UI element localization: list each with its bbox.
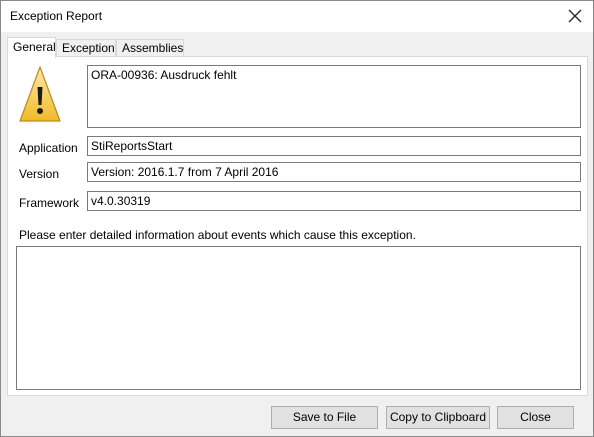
- copy-to-clipboard-button[interactable]: Copy to Clipboard: [386, 406, 490, 429]
- title-bar: Exception Report: [1, 1, 593, 32]
- close-icon[interactable]: [563, 5, 587, 27]
- window-title: Exception Report: [10, 9, 103, 23]
- close-button[interactable]: Close: [497, 406, 574, 429]
- exception-report-dialog: Exception Report General Exception Assem…: [0, 0, 594, 437]
- framework-field[interactable]: v4.0.30319: [87, 191, 581, 211]
- details-prompt: Please enter detailed information about …: [19, 228, 416, 242]
- application-label: Application: [19, 141, 78, 155]
- general-tab-panel: ORA-00936: Ausdruck fehlt Application St…: [7, 56, 588, 396]
- framework-label: Framework: [19, 196, 80, 210]
- error-message-field[interactable]: ORA-00936: Ausdruck fehlt: [87, 65, 581, 128]
- version-label: Version: [19, 167, 60, 181]
- application-field[interactable]: StiReportsStart: [87, 136, 581, 156]
- tab-exception[interactable]: Exception: [56, 39, 116, 57]
- tab-general[interactable]: General: [7, 37, 56, 58]
- details-textarea[interactable]: [16, 246, 581, 390]
- warning-triangle-icon: [19, 66, 61, 122]
- version-field[interactable]: Version: 2016.1.7 from 7 April 2016: [87, 162, 581, 182]
- save-to-file-button[interactable]: Save to File: [271, 406, 378, 429]
- tab-assemblies[interactable]: Assemblies: [116, 39, 184, 57]
